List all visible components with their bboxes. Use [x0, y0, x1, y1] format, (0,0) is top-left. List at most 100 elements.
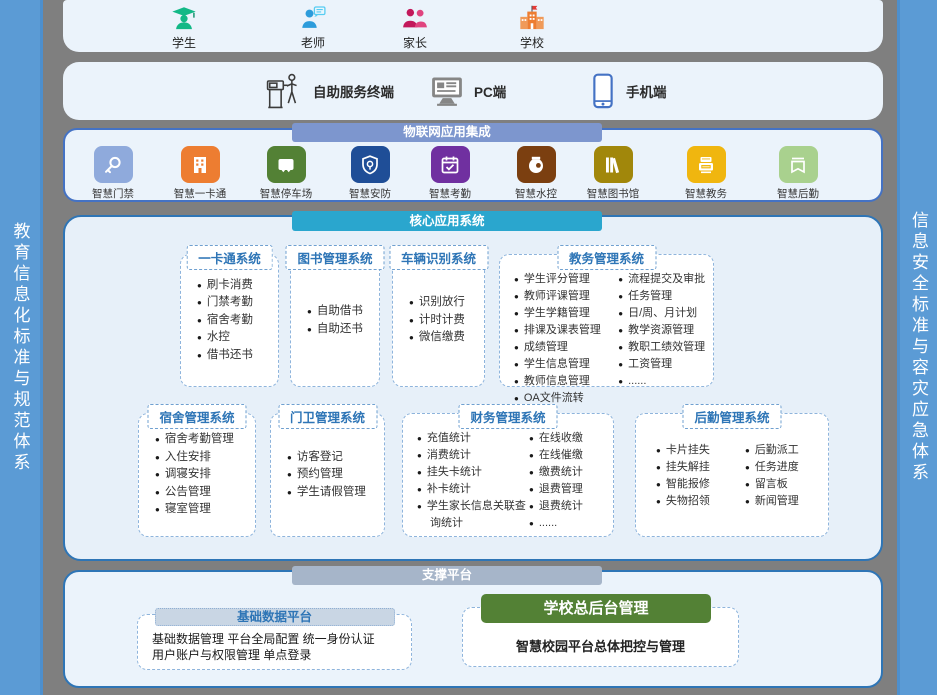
system-feature-list: 后勤派工 任务进度 留言板 新闻管理 [745, 442, 828, 510]
system-title: 教务管理系统 [557, 245, 656, 270]
list-item: 教师评课管理 [514, 288, 618, 305]
audience-label: 学生 [144, 34, 224, 51]
terminal-label: 手机端 [626, 81, 667, 101]
right-standards-bar: 信息安全标准与容灾应急体系 [897, 0, 937, 695]
system-panel-dorm: 宿舍管理系统 宿舍考勤管理 入住安排 调寝安排 公告管理 寝室管理 [138, 413, 256, 537]
list-item: 流程提交及审批 [618, 271, 713, 288]
list-item: 借书还书 [197, 347, 278, 365]
support-panel: 支撑平台 基础数据平台 基础数据管理 平台全局配置 统一身份认证 用户账户与权限… [63, 570, 883, 688]
core-panel: 核心应用系统 一卡通系统 刷卡消费 门禁考勤 宿舍考勤 水控 借书还书 图书管理… [63, 215, 883, 561]
iot-label: 智慧水控 [493, 186, 579, 201]
list-item: 教职工绩效管理 [618, 339, 713, 356]
system-title: 宿舍管理系统 [147, 404, 246, 429]
iot-item-onecard: 智慧一卡通 [157, 146, 243, 201]
iot-item-access: 智慧门禁 [70, 146, 156, 201]
logistics-bookmark-icon [779, 146, 818, 183]
list-item: 宿舍考勤 [197, 312, 278, 330]
terminal-item-mobile: 手机端 [590, 62, 667, 120]
iot-label: 智慧一卡通 [157, 186, 243, 201]
library-books-icon [594, 146, 633, 183]
system-title: 门卫管理系统 [278, 404, 377, 429]
list-item: 工资管理 [618, 356, 713, 373]
iot-item-logistics: 智慧后勤 [755, 146, 841, 201]
list-item: 学生学籍管理 [514, 305, 618, 322]
base-data-line: 用户账户与权限管理 单点登录 [152, 647, 411, 663]
iot-label: 智慧停车场 [243, 186, 329, 201]
system-feature-list: 刷卡消费 门禁考勤 宿舍考勤 水控 借书还书 [181, 255, 278, 386]
terminal-item-kiosk: 自助服务终端 [265, 62, 394, 120]
audience-item-student: 学生 [144, 3, 224, 51]
system-feature-list: 识别放行 计时计费 微信缴费 [393, 255, 484, 386]
base-data-platform-panel: 基础数据平台 基础数据管理 平台全局配置 统一身份认证 用户账户与权限管理 单点… [137, 614, 412, 670]
iot-panel: 物联网应用集成 智慧门禁 智慧一卡通 智慧停车场 智慧安防 [63, 128, 883, 202]
terminal-label: 自助服务终端 [313, 81, 394, 101]
list-item: 挂失卡统计 [417, 464, 529, 481]
left-standards-bar: 教育信息化标准与规范体系 [0, 0, 43, 695]
list-item: 智能报修 [656, 476, 745, 493]
list-item: 成绩管理 [514, 339, 618, 356]
parking-icon [267, 146, 306, 183]
kiosk-icon [265, 71, 303, 111]
audience-item-parents: 家长 [375, 3, 455, 51]
system-panel-gate: 门卫管理系统 访客登记 预约管理 学生请假管理 [270, 413, 385, 537]
list-item: 补卡统计 [417, 481, 529, 498]
teacher-icon [273, 3, 353, 33]
school-icon [492, 3, 572, 33]
list-item: 退费管理 [529, 481, 613, 498]
system-feature-list: 宿舍考勤管理 入住安排 调寝安排 公告管理 寝室管理 [139, 414, 255, 536]
audience-item-teacher: 老师 [273, 3, 353, 51]
admin-platform-title: 学校总后台管理 [481, 594, 711, 623]
system-feature-list: 学生评分管理 教师评课管理 学生学籍管理 排课及课表管理 成绩管理 学生信息管理… [514, 271, 618, 407]
iot-item-academic: 智慧教务 [663, 146, 749, 201]
system-title: 一卡通系统 [186, 245, 273, 270]
system-panel-finance: 财务管理系统 充值统计 消费统计 挂失卡统计 补卡统计 学生家长信息关联查询统计… [402, 413, 614, 537]
iot-label: 智慧考勤 [407, 186, 493, 201]
list-item: 任务管理 [618, 288, 713, 305]
system-feature-list: 充值统计 消费统计 挂失卡统计 补卡统计 学生家长信息关联查询统计 [417, 430, 529, 532]
system-title: 车辆识别系统 [389, 245, 488, 270]
list-item: 学生请假管理 [287, 484, 384, 502]
left-standards-label: 教育信息化标准与规范体系 [8, 222, 33, 474]
list-item: 门禁考勤 [197, 294, 278, 312]
system-panel-onecard: 一卡通系统 刷卡消费 门禁考勤 宿舍考勤 水控 借书还书 [180, 254, 279, 387]
system-feature-columns: 充值统计 消费统计 挂失卡统计 补卡统计 学生家长信息关联查询统计 在线收缴 在… [403, 414, 613, 532]
list-item: 学生评分管理 [514, 271, 618, 288]
system-panel-logistics: 后勤管理系统 卡片挂失 挂失解挂 智能报修 失物招领 后勤派工 任务进度 留言板… [635, 413, 829, 537]
list-item: 公告管理 [155, 484, 255, 502]
list-item: 刷卡消费 [197, 277, 278, 295]
audience-label: 老师 [273, 34, 353, 51]
iot-label: 智慧后勤 [755, 186, 841, 201]
iot-item-attendance: 智慧考勤 [407, 146, 493, 201]
system-feature-list: 自助借书 自助还书 [291, 255, 379, 386]
access-key-icon [94, 146, 133, 183]
list-item: 调寝安排 [155, 466, 255, 484]
audience-item-school: 学校 [492, 3, 572, 51]
iot-item-library: 智慧图书馆 [570, 146, 656, 201]
desktop-icon [430, 76, 464, 106]
system-feature-columns: 学生评分管理 教师评课管理 学生学籍管理 排课及课表管理 成绩管理 学生信息管理… [500, 255, 713, 407]
list-item: 充值统计 [417, 430, 529, 447]
list-item: ...... [618, 373, 713, 390]
iot-label: 智慧图书馆 [570, 186, 656, 201]
system-title: 财务管理系统 [458, 404, 557, 429]
audience-label: 学校 [492, 34, 572, 51]
list-item: 卡片挂失 [656, 442, 745, 459]
list-item: 识别放行 [409, 294, 484, 312]
system-feature-list: 在线收缴 在线催缴 缴费统计 退费管理 退费统计 ...... [529, 430, 613, 532]
iot-item-security: 智慧安防 [327, 146, 413, 201]
system-title: 后勤管理系统 [682, 404, 781, 429]
system-feature-list: 访客登记 预约管理 学生请假管理 [271, 414, 384, 536]
audience-panel: 学生 老师 家长 学校 [63, 0, 883, 52]
list-item: 失物招领 [656, 493, 745, 510]
iot-item-parking: 智慧停车场 [243, 146, 329, 201]
right-standards-label: 信息安全标准与容灾应急体系 [906, 211, 931, 484]
list-item: 任务进度 [745, 459, 828, 476]
list-item: 教师信息管理 [514, 373, 618, 390]
system-feature-list: 流程提交及审批 任务管理 日/周、月计划 教学资源管理 教职工绩效管理 工资管理… [618, 271, 713, 407]
list-item: 入住安排 [155, 449, 255, 467]
iot-item-water: 智慧水控 [493, 146, 579, 201]
system-panel-library: 图书管理系统 自助借书 自助还书 [290, 254, 380, 387]
terminals-panel: 自助服务终端 PC端 手机端 [63, 62, 883, 120]
list-item: ...... [529, 515, 613, 532]
security-shield-icon [351, 146, 390, 183]
